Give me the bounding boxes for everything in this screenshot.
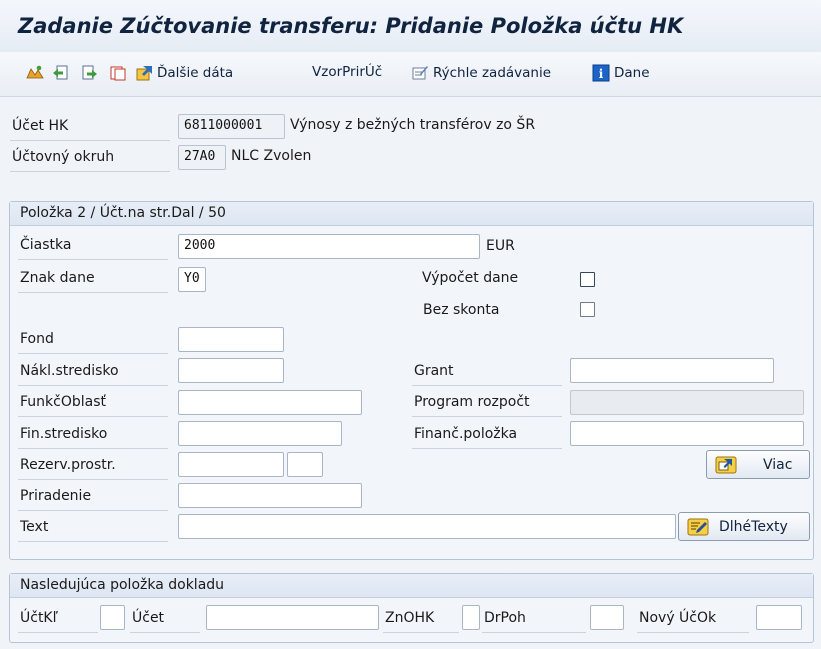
transaction-type-field[interactable] (590, 605, 624, 630)
item-section-title: Položka 2 / Účt.na str.Dal / 50 (10, 202, 813, 226)
assignment-label: Priradenie (18, 483, 168, 511)
gl-account-label: Účet HK (10, 113, 170, 141)
page-title: Zadanie Zúčtovanie transferu: Pridanie P… (18, 14, 684, 38)
company-code-field[interactable]: 27A0 (178, 145, 226, 170)
fund-field[interactable] (178, 327, 284, 352)
text-field[interactable] (178, 514, 676, 539)
commitment-item-field[interactable] (570, 421, 804, 446)
assignment-field[interactable] (178, 483, 362, 508)
text-label: Text (18, 514, 168, 542)
posting-key-label: ÚčtKľ (18, 605, 98, 633)
budget-program-label: Program rozpočt (412, 389, 562, 417)
overview-button[interactable] (26, 64, 44, 82)
posting-key-field[interactable] (100, 605, 125, 630)
earmarked-funds-field[interactable] (178, 452, 284, 477)
overview-icon (26, 64, 44, 82)
earmarked-funds-label: Rezerv.prostr. (18, 452, 168, 480)
amount-field[interactable]: 2000 (178, 234, 480, 259)
long-texts-button-label: DlhéTexty (719, 518, 788, 535)
forward-button[interactable] (80, 64, 98, 82)
functional-area-label: FunkčOblasť (18, 389, 168, 417)
cost-center-label: Nákl.stredisko (18, 358, 168, 386)
long-texts-button[interactable]: DlhéTexty (678, 512, 810, 541)
more-button-label: Viac (763, 456, 793, 473)
more-data-button[interactable]: Ďalšie dáta (135, 64, 233, 82)
account-assignment-template-button[interactable]: VzorPrirÚč (312, 64, 382, 80)
calculate-tax-label: Výpočet dane (422, 270, 519, 286)
calculate-tax-checkbox[interactable] (580, 272, 595, 287)
funds-center-field[interactable] (178, 421, 342, 446)
next-account-label: Účet (130, 605, 200, 633)
earmarked-funds-item-field[interactable] (287, 452, 323, 477)
back-icon (52, 64, 70, 82)
grant-label: Grant (412, 358, 562, 386)
cost-center-field[interactable] (178, 358, 284, 383)
special-gl-field[interactable] (462, 605, 480, 630)
info-icon: i (592, 64, 610, 82)
no-discount-label: Bez skonta (423, 302, 500, 318)
amount-label: Čiastka (18, 232, 168, 260)
more-button[interactable]: Viac (706, 450, 810, 479)
gl-account-field[interactable]: 6811000001 (178, 114, 285, 139)
fast-entry-button[interactable]: Rýchle zadávanie (411, 64, 551, 82)
company-code-description: NLC Zvolen (231, 148, 312, 164)
taxes-button[interactable]: i Dane (592, 64, 650, 82)
account-assignment-template-label: VzorPrirÚč (312, 64, 383, 80)
more-icon (715, 456, 737, 474)
new-company-code-label: Nový ÚčOk (637, 605, 749, 633)
commitment-item-label: Finanč.položka (412, 421, 562, 449)
fast-entry-icon (411, 64, 429, 82)
special-gl-label: ZnOHK (383, 605, 459, 633)
gl-account-description: Výnosy z bežných transférov zo ŠR (290, 117, 536, 133)
company-code-label: Účtovný okruh (10, 144, 170, 172)
tax-code-label: Znak dane (18, 265, 168, 293)
budget-program-field (570, 390, 804, 415)
new-company-code-field[interactable] (756, 605, 802, 630)
currency-label: EUR (486, 238, 515, 254)
back-button[interactable] (52, 64, 70, 82)
no-discount-checkbox[interactable] (580, 302, 595, 317)
delete-icon (109, 64, 127, 82)
tax-code-field[interactable]: Y0 (178, 267, 206, 292)
functional-area-field[interactable] (178, 390, 362, 415)
grant-field[interactable] (570, 358, 774, 383)
taxes-label: Dane (614, 65, 650, 81)
delete-button[interactable] (109, 64, 127, 82)
funds-center-label: Fin.stredisko (18, 421, 168, 449)
more-data-icon (135, 64, 153, 82)
next-account-field[interactable] (206, 605, 379, 630)
forward-icon (80, 64, 98, 82)
next-item-section-title: Nasledujúca položka dokladu (10, 574, 813, 598)
fund-label: Fond (18, 326, 168, 354)
transaction-type-label: DrPoh (482, 605, 586, 633)
svg-text:i: i (599, 67, 604, 81)
more-data-label: Ďalšie dáta (157, 65, 234, 81)
long-texts-icon (687, 518, 709, 536)
fast-entry-label: Rýchle zadávanie (433, 65, 552, 81)
